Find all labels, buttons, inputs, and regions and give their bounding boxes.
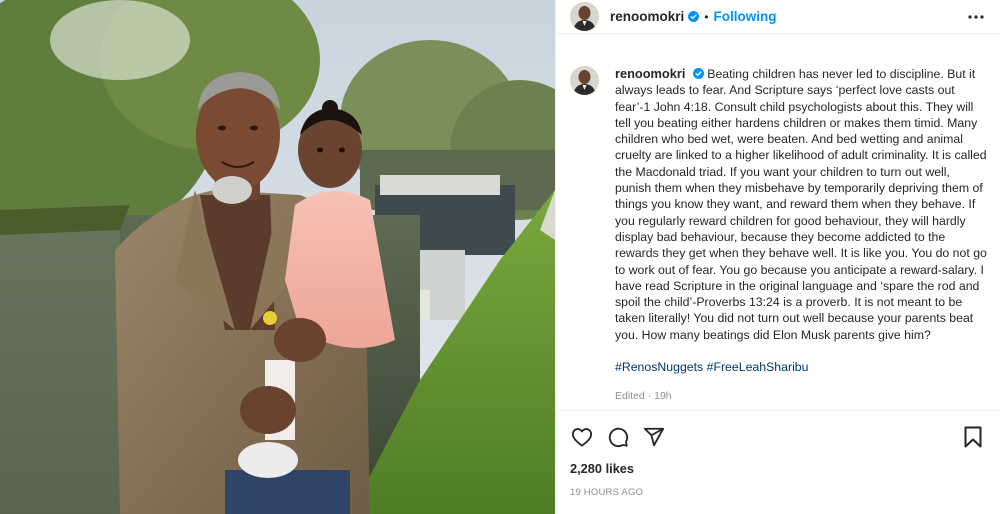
post-header: renoomokri • Following	[556, 0, 1000, 34]
post-photo[interactable]	[0, 0, 555, 514]
hashtag-link[interactable]: #FreeLeahSharibu	[707, 360, 809, 374]
post-timestamp: 19 HOURS AGO	[570, 487, 644, 498]
more-options-icon[interactable]	[966, 7, 986, 27]
share-icon[interactable]	[642, 425, 666, 449]
caption-body: renoomokri Beating children has never le…	[615, 66, 987, 405]
avatar[interactable]	[570, 2, 599, 31]
edited-label: Edited · 19h	[615, 390, 672, 403]
caption-avatar[interactable]	[570, 66, 599, 95]
post-image-illustration	[0, 0, 555, 514]
bookmark-icon[interactable]	[961, 425, 985, 449]
caption-avatar-image	[570, 66, 599, 95]
header-username[interactable]: renoomokri	[610, 9, 684, 24]
like-count[interactable]: 2,280 likes	[570, 461, 987, 476]
post-details-panel: renoomokri • Following renoomokri Beatin…	[555, 0, 1000, 514]
hashtag-list: #RenosNuggets #FreeLeahSharibu	[615, 359, 987, 375]
comment-icon[interactable]	[606, 425, 630, 449]
hashtag-link[interactable]: #RenosNuggets	[615, 360, 703, 374]
caption-username[interactable]: renoomokri	[615, 66, 685, 81]
heart-icon[interactable]	[570, 425, 594, 449]
verified-badge-icon	[688, 11, 700, 22]
following-button[interactable]: Following	[713, 9, 776, 24]
post-actions: 2,280 likes 19 HOURS AGO	[556, 410, 1000, 498]
header-separator-dot: •	[704, 9, 709, 24]
avatar-image	[570, 2, 599, 31]
caption-section: renoomokri Beating children has never le…	[556, 54, 1000, 409]
caption-text: Beating children has never led to discip…	[615, 67, 987, 342]
verified-badge-icon	[692, 68, 704, 79]
